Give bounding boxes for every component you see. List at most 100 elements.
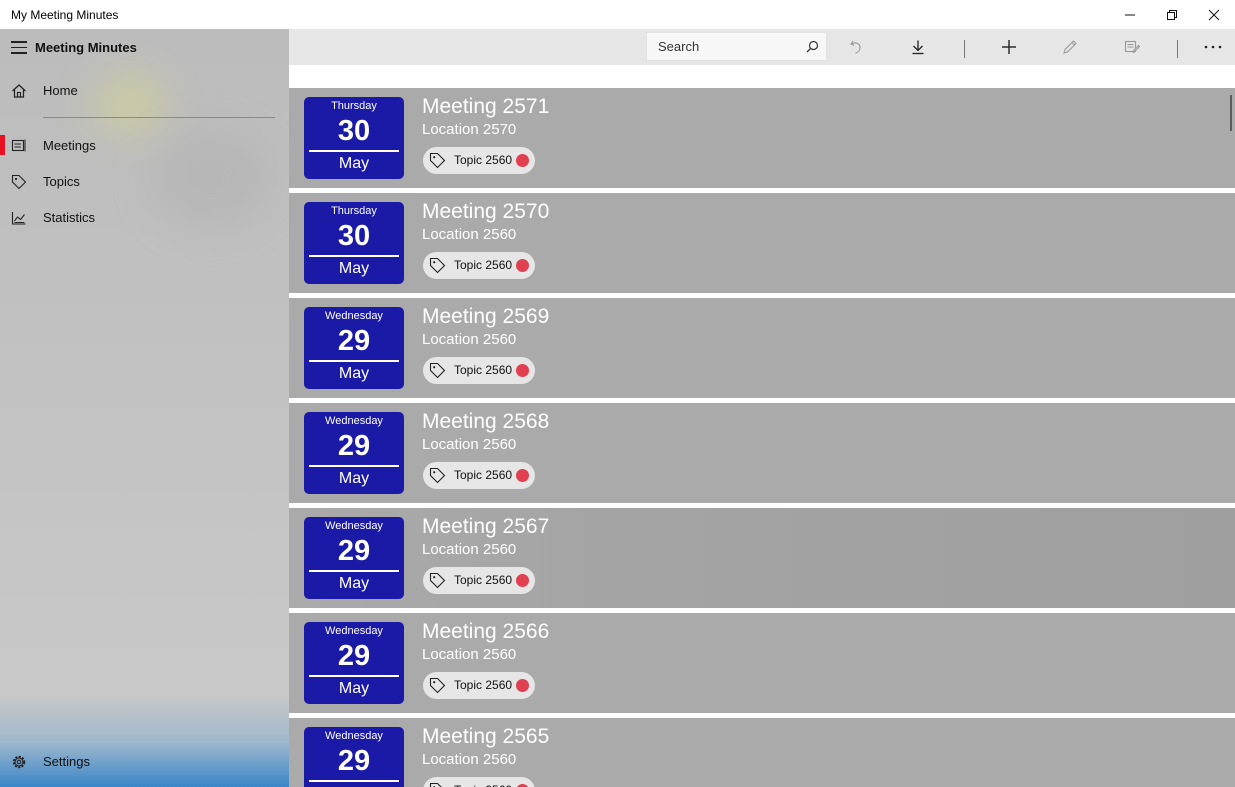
window-title: My Meeting Minutes — [11, 8, 119, 22]
meeting-title: Meeting 2567 — [422, 515, 550, 538]
topic-label: Topic 2560 — [454, 573, 513, 587]
topic-label: Topic 2560 — [454, 258, 513, 272]
meeting-card[interactable]: Wednesday 29 May Meeting 2569 Location 2560 T… — [289, 298, 1235, 398]
chart-icon — [11, 212, 26, 225]
search-box[interactable] — [646, 32, 827, 61]
topic-status-dot — [516, 259, 529, 272]
sidebar-item-home[interactable]: Home — [0, 73, 289, 109]
topic-status-dot — [516, 154, 529, 167]
date-day: 30 — [337, 115, 371, 147]
sidebar-divider — [43, 117, 275, 118]
app-title: Meeting Minutes — [35, 40, 137, 55]
close-icon — [1208, 9, 1220, 20]
date-day: 29 — [337, 745, 371, 777]
title-bar: My Meeting Minutes — [0, 0, 1235, 29]
meeting-location: Location 2560 — [422, 436, 517, 453]
topic-chip[interactable]: Topic 2560 — [423, 252, 535, 279]
topic-label: Topic 2560 — [454, 783, 512, 787]
close-button[interactable] — [1194, 0, 1234, 29]
meeting-title: Meeting 2570 — [422, 200, 550, 223]
edit-button[interactable] — [1052, 32, 1088, 62]
sidebar-item-statistics[interactable]: Statistics — [0, 200, 289, 236]
topic-chip[interactable]: Topic 2560 — [423, 777, 535, 787]
selection-indicator — [0, 135, 5, 155]
minimize-icon — [1125, 14, 1135, 15]
meeting-card[interactable]: Wednesday 29 May Meeting 2567 Location 2560 T… — [289, 508, 1235, 608]
date-weekday: Wednesday — [325, 415, 383, 427]
search-input[interactable] — [647, 33, 797, 60]
topic-label: Topic 2560 — [454, 363, 513, 377]
sidebar-item-topics[interactable]: Topics — [0, 164, 289, 200]
date-tile: Wednesday 29 May — [304, 412, 404, 494]
meeting-card[interactable]: Wednesday 29 May Meeting 2568 Location 2560 T… — [289, 403, 1235, 503]
topic-chip[interactable]: Topic 2560 — [423, 567, 535, 594]
sidebar-item-meetings[interactable]: Meetings — [0, 128, 289, 164]
date-day: 29 — [337, 325, 371, 357]
meeting-title: Meeting 2571 — [422, 95, 550, 118]
undo-icon — [850, 40, 861, 54]
topic-label: Topic 2560 — [454, 468, 513, 482]
download-icon — [912, 40, 924, 55]
date-weekday: Wednesday — [325, 310, 383, 322]
tag-icon — [429, 152, 446, 169]
topic-label: Topic 2560 — [454, 153, 513, 167]
topic-label: Topic 2560 — [454, 678, 513, 692]
scrollbar-thumb[interactable] — [1230, 95, 1232, 131]
more-icon — [1204, 45, 1222, 49]
tag-icon — [429, 782, 442, 787]
meeting-title: Meeting 2565 — [422, 725, 550, 748]
export-button[interactable] — [1114, 32, 1150, 62]
topic-chip[interactable]: Topic 2560 — [423, 462, 535, 489]
command-bar — [289, 29, 1235, 65]
restore-icon — [1167, 9, 1177, 20]
date-month: May — [338, 470, 370, 487]
date-month: May — [338, 575, 370, 592]
minimize-button[interactable] — [1110, 0, 1150, 29]
sidebar-header: Meeting Minutes — [0, 29, 289, 67]
meeting-card[interactable]: Wednesday 29 May Meeting 2566 Location 2560 T… — [289, 613, 1235, 713]
topic-chip[interactable]: Topic 2560 — [423, 147, 535, 174]
sidebar-item-label: Settings — [43, 754, 90, 769]
topic-chip[interactable]: Topic 2560 — [423, 357, 535, 384]
date-divider — [309, 255, 399, 257]
meeting-card[interactable]: Thursday 30 May Meeting 2571 Location 2570 To… — [289, 88, 1235, 188]
undo-button[interactable] — [839, 32, 875, 62]
meeting-list[interactable]: Thursday 30 May Meeting 2571 Location 2570 To… — [289, 65, 1235, 787]
date-day: 29 — [337, 535, 371, 567]
date-month: May — [338, 260, 370, 277]
meeting-title: Meeting 2566 — [422, 620, 550, 643]
add-button[interactable] — [991, 32, 1027, 62]
date-day: 29 — [337, 430, 371, 462]
meeting-card[interactable]: Thursday 30 May Meeting 2570 Location 2560 To… — [289, 193, 1235, 293]
topic-chip[interactable]: Topic 2560 — [423, 672, 535, 699]
restore-button[interactable] — [1152, 0, 1192, 29]
gear-icon — [12, 755, 26, 769]
hamburger-menu-icon[interactable] — [11, 41, 27, 55]
date-divider — [309, 465, 399, 467]
sidebar: Meeting Minutes Home Meetings Topics Sta… — [0, 29, 289, 787]
sidebar-item-label: Topics — [43, 174, 80, 189]
home-icon — [12, 84, 26, 98]
meeting-location: Location 2560 — [422, 541, 517, 558]
date-divider — [309, 570, 399, 572]
edit-icon — [1063, 40, 1077, 54]
toolbar-separator — [964, 40, 965, 58]
download-button[interactable] — [900, 32, 936, 62]
date-tile: Wednesday29May — [304, 622, 404, 704]
topic-status-dot — [516, 679, 529, 692]
search-icon[interactable] — [806, 40, 819, 53]
sidebar-item-settings[interactable]: Settings — [0, 744, 289, 780]
meeting-card[interactable]: Wednesday29MayMeeting 2565Location 2560T… — [289, 718, 1235, 787]
tag-icon — [429, 677, 446, 694]
export-icon — [1124, 40, 1140, 54]
date-day: 30 — [337, 220, 371, 252]
meeting-title: Meeting 2569 — [422, 305, 550, 328]
date-tile: Wednesday29May — [304, 727, 404, 787]
sidebar-item-label: Home — [43, 83, 78, 98]
date-tile: Wednesday29May — [304, 307, 404, 389]
date-divider — [309, 360, 399, 362]
tag-icon — [429, 467, 446, 484]
more-button[interactable] — [1195, 32, 1231, 62]
date-divider — [309, 150, 399, 152]
date-month: May — [338, 680, 370, 697]
